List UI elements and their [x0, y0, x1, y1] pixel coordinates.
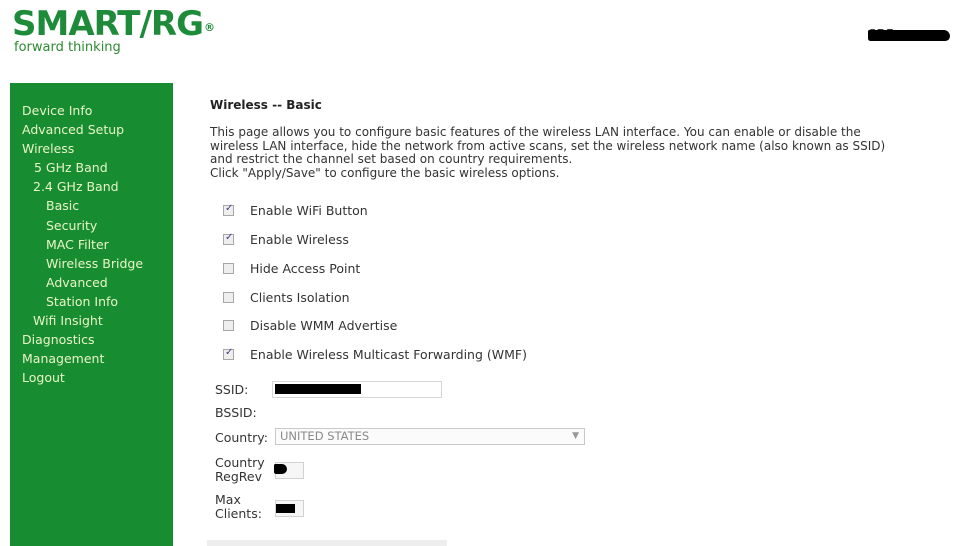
country-selected-value: UNITED STATES: [280, 429, 370, 443]
option-enable-wmf: Enable Wireless Multicast Forwarding (WM…: [223, 340, 930, 369]
sidebar-item-management[interactable]: Management: [10, 349, 173, 368]
option-hide-access-point: Hide Access Point: [223, 254, 930, 283]
sidebar-item-device-info[interactable]: Device Info: [10, 101, 173, 120]
sidebar-item-advanced-setup[interactable]: Advanced Setup: [10, 120, 173, 139]
option-clients-isolation: Clients Isolation: [223, 283, 930, 312]
hide-access-point-checkbox[interactable]: [223, 262, 234, 274]
sidebar-item-diagnostics[interactable]: Diagnostics: [10, 330, 173, 349]
sidebar-item-basic[interactable]: Basic: [10, 196, 173, 215]
disable-wmm-advertise-checkbox[interactable]: [223, 320, 234, 332]
country-regrev-label: Country RegRev: [215, 456, 265, 484]
description-line: This page allows you to configure basic …: [210, 125, 861, 139]
sidebar-item-wireless-bridge[interactable]: Wireless Bridge: [10, 254, 173, 273]
ssid-label: SSID:: [215, 382, 249, 397]
country-regrev-input[interactable]: [274, 462, 304, 479]
checkbox-label: Disable WMM Advertise: [250, 318, 398, 334]
wireless-options: Enable WiFi Button Enable Wireless Hide …: [223, 196, 930, 369]
description-line: Click "Apply/Save" to configure the basi…: [210, 165, 560, 180]
option-enable-wifi-button: Enable WiFi Button: [223, 196, 930, 225]
clients-isolation-checkbox[interactable]: [223, 291, 234, 303]
sidebar-item-24ghz-band[interactable]: 2.4 GHz Band: [10, 177, 173, 196]
description-line: wireless LAN interface, hide the network…: [210, 138, 886, 153]
sidebar-item-logout[interactable]: Logout: [10, 368, 173, 387]
sidebar-item-advanced[interactable]: Advanced: [10, 273, 173, 292]
option-enable-wireless: Enable Wireless: [223, 225, 930, 254]
model-redaction: [868, 30, 950, 41]
registered-mark: ®: [204, 21, 215, 34]
sidebar-item-wifi-insight[interactable]: Wifi Insight: [10, 311, 173, 330]
country-label: Country:: [215, 430, 268, 445]
cut-off-content: [207, 540, 447, 546]
smartrg-logo: SMART/RG® forward thinking: [12, 4, 215, 55]
enable-wireless-checkbox[interactable]: [223, 232, 234, 246]
max-clients-label: Max Clients:: [215, 493, 262, 521]
checkbox-label: Enable Wireless Multicast Forwarding (WM…: [250, 347, 527, 363]
checkbox-label: Enable WiFi Button: [250, 203, 368, 219]
checkbox-label: Hide Access Point: [250, 260, 361, 276]
bssid-label: BSSID:: [215, 405, 257, 420]
sidebar-item-wireless[interactable]: Wireless: [10, 139, 173, 158]
label-line: RegRev: [215, 469, 262, 484]
enable-wmf-checkbox[interactable]: [223, 347, 234, 361]
page-title: Wireless -- Basic: [210, 98, 322, 112]
sidebar-item-station-info[interactable]: Station Info: [10, 292, 173, 311]
sidebar-item-mac-filter[interactable]: MAC Filter: [10, 235, 173, 254]
sidebar-item-security[interactable]: Security: [10, 216, 173, 235]
label-line: Country: [215, 455, 265, 470]
logo-wordmark: SMART/RG®: [12, 4, 215, 44]
ssid-input[interactable]: [272, 381, 442, 398]
sidebar-item-5ghz-band[interactable]: 5 GHz Band: [10, 158, 173, 177]
option-disable-wmm-advertise: Disable WMM Advertise: [223, 312, 930, 341]
brand-name: SMART/RG: [12, 4, 204, 44]
max-clients-redaction: [276, 504, 295, 513]
checkbox-label: Enable Wireless: [250, 232, 349, 248]
sidebar-nav: Device Info Advanced Setup Wireless 5 GH…: [10, 83, 173, 546]
checkbox-label: Clients Isolation: [250, 289, 350, 305]
ssid-redaction: [275, 384, 361, 394]
page-description: This page allows you to configure basic …: [210, 125, 910, 180]
chevron-down-icon: ▼: [572, 431, 579, 441]
regrev-redaction: [274, 464, 287, 474]
max-clients-input[interactable]: [275, 500, 304, 517]
description-line: and restrict the channel set based on co…: [210, 152, 573, 167]
label-line: Max: [215, 492, 241, 507]
country-select[interactable]: UNITED STATES ▼: [275, 428, 585, 445]
main-content: Wireless -- Basic This page allows you t…: [210, 98, 930, 369]
enable-wifi-button-checkbox[interactable]: [223, 203, 234, 217]
label-line: Clients:: [215, 506, 262, 521]
